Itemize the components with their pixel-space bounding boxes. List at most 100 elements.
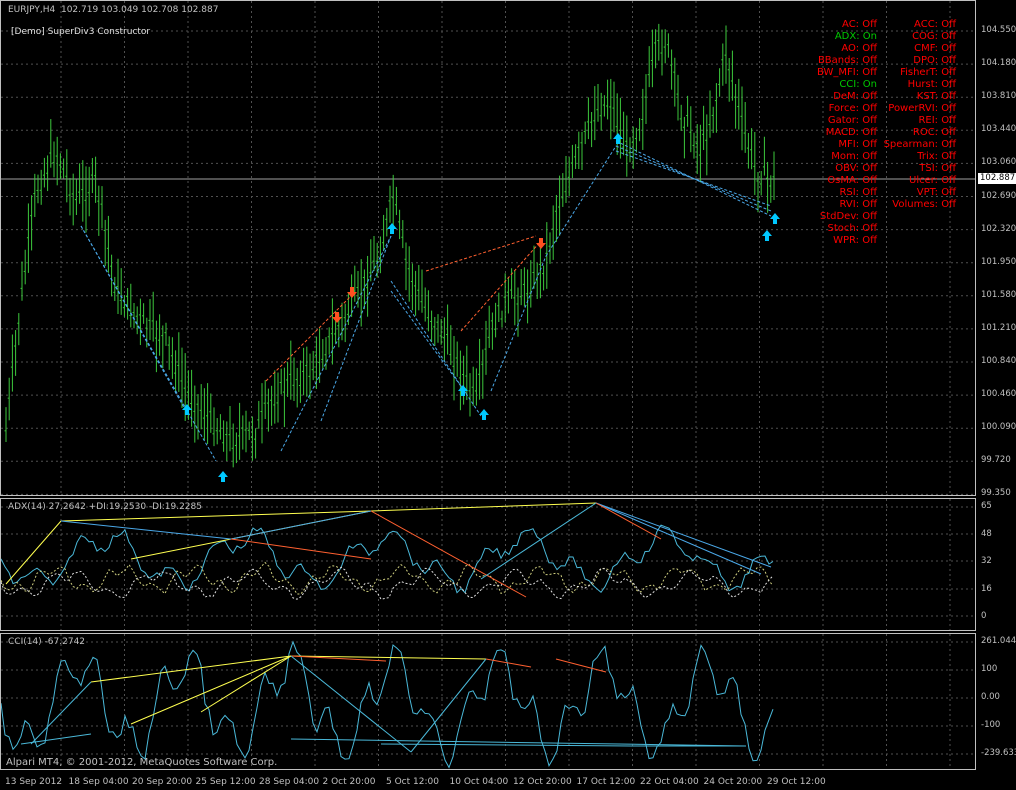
axis-label: 103.810 (981, 91, 1016, 102)
adx-axis: 65 48 32 16 0 (978, 498, 1016, 631)
axis-label: 16 (981, 583, 992, 594)
indicator-toggle[interactable]: ROC: Off (884, 127, 956, 139)
buy-arrow-icon (479, 409, 489, 420)
indicator-toggle[interactable]: WPR: Off (817, 235, 877, 247)
indicator-toggle[interactable]: CCI: On (817, 79, 877, 91)
time-label: 13 Sep 2012 (5, 777, 63, 787)
indicator-toggle[interactable]: DeM: Off (817, 91, 877, 103)
axis-label: 48 (981, 528, 992, 539)
axis-label: 0.00 (981, 692, 1000, 702)
minus-di-line (1, 566, 774, 600)
time-label: 10 Oct 04:00 (449, 777, 509, 787)
price-chart-pane[interactable]: EURJPY,H4 102.719 103.049 102.708 102.88… (0, 0, 976, 496)
adx-divergence-line (595, 502, 662, 540)
axis-label: -239.633 (981, 748, 1016, 758)
cci-title: CCI(14) -67.2742 (8, 637, 86, 647)
time-label: 17 Oct 12:00 (576, 777, 636, 787)
indicator-toggle[interactable]: Spearman: Off (884, 139, 956, 151)
time-label: 29 Oct 12:00 (767, 777, 826, 787)
indicator-toggle[interactable]: Ulcer: Off (884, 175, 956, 187)
axis-label: 103.440 (981, 124, 1016, 135)
axis-label: 100.460 (981, 389, 1016, 400)
divergence-line-bear (460, 240, 542, 332)
indicator-toggle[interactable]: Volumes: Off (884, 199, 956, 211)
indicator-toggle[interactable]: COG: Off (884, 31, 956, 43)
indicator-list-right: ACC: Off COG: Off CMF: Off DPO: Off FisherT:… (884, 19, 956, 211)
time-label: 20 Sep 20:00 (132, 777, 193, 787)
axis-label: 100.840 (981, 356, 1016, 366)
cci-divergence-line (200, 655, 292, 713)
indicator-toggle[interactable]: MACD: Off (817, 127, 877, 139)
indicator-toggle[interactable]: RSI: Off (817, 187, 877, 199)
indicator-toggle[interactable]: KST: Off (884, 91, 956, 103)
axis-label: 100 (981, 664, 998, 674)
axis-label: 99.350 (981, 488, 1011, 499)
indicator-toggle[interactable]: BBands: Off (817, 55, 877, 67)
divergence-line-bull (490, 255, 547, 392)
axis-label: 104.180 (981, 58, 1016, 69)
axis-label: 99.720 (981, 455, 1011, 466)
axis-label: 32 (981, 556, 992, 566)
time-label: 12 Oct 20:00 (513, 777, 572, 787)
indicator-toggle[interactable]: TSI: Off (884, 163, 956, 175)
indicator-toggle[interactable]: OsMA: Off (817, 175, 877, 187)
adx-line (1, 524, 774, 594)
time-label: 25 Sep 12:00 (195, 777, 256, 787)
indicator-toggle[interactable]: Hurst: Off (884, 79, 956, 91)
indicator-toggle[interactable]: PowerRVI: Off (884, 103, 956, 115)
indicator-toggle[interactable]: Force: Off (817, 103, 877, 115)
buy-arrow-icon (613, 133, 623, 144)
axis-label: 101.580 (981, 289, 1016, 300)
indicator-toggle[interactable]: REI: Off (884, 115, 956, 127)
cci-axis: 261.044 100 0.00 -100 -239.633 (978, 633, 1016, 770)
indicator-toggle[interactable]: MFI: Off (817, 139, 877, 151)
indicator-toggle[interactable]: OBV: Off (817, 163, 877, 175)
cci-canvas (1, 634, 975, 769)
cci-pane[interactable]: CCI(14) -67.2742 (0, 633, 976, 770)
indicator-label: [Demo] SuperDiv3 Constructor (11, 27, 151, 37)
indicator-list-left: AC: Off ADX: On AO: Off BBands: Off BW_MFI: … (817, 19, 877, 247)
indicator-toggle[interactable]: RVI: Off (817, 199, 878, 211)
divergence-line-bull (80, 225, 217, 462)
time-label: 2 Oct 20:00 (322, 777, 376, 787)
indicator-toggle[interactable]: StdDev: Off (817, 211, 877, 223)
axis-label: -100 (981, 720, 1001, 730)
current-price-label: 102.887 (978, 173, 1016, 184)
indicator-toggle[interactable]: Stoch: Off (817, 223, 877, 235)
copyright-text: Alpari MT4, © 2001-2012, MetaQuotes Soft… (6, 757, 278, 768)
symbol-title: EURJPY,H4 102.719 103.049 102.708 102.88… (8, 5, 219, 15)
indicator-toggle[interactable]: DPO: Off (884, 55, 956, 67)
indicator-toggle[interactable]: AC: Off (817, 19, 877, 31)
sell-arrow-icon (536, 238, 546, 249)
buy-arrow-icon (387, 223, 397, 234)
axis-label: 0 (981, 611, 987, 621)
indicator-toggle[interactable]: CMF: Off (884, 43, 956, 55)
adx-divergence-line (60, 520, 232, 540)
cci-line (1, 640, 774, 769)
adx-divergence-line (595, 502, 772, 568)
time-label: 28 Sep 04:00 (259, 777, 320, 787)
buy-arrow-icon (762, 230, 772, 241)
adx-divergence-line (595, 502, 762, 575)
indicator-toggle[interactable]: ACC: Off (884, 19, 956, 31)
adx-divergence-line (5, 520, 62, 585)
adx-pane[interactable]: ADX(14) 27.2642 +DI:19.2530 -DI:19.2285 (0, 498, 976, 631)
axis-label: 102.320 (981, 223, 1016, 234)
axis-label: 101.210 (981, 322, 1016, 333)
indicator-toggle[interactable]: BW_MFI: Off (817, 67, 877, 79)
indicator-toggle[interactable]: FisherT: Off (884, 67, 956, 79)
price-axis: 104.550 104.180 103.810 103.440 103.060 102.6… (978, 0, 1016, 499)
time-label: 18 Sep 04:00 (68, 777, 129, 787)
axis-label: 102.690 (981, 190, 1016, 201)
indicator-toggle[interactable]: Trix: Off (884, 151, 956, 163)
adx-divergence-line (370, 510, 527, 598)
indicator-toggle[interactable]: ADX: On (817, 31, 877, 43)
indicator-toggle[interactable]: Mom: Off (817, 151, 877, 163)
indicator-toggle[interactable]: VPT: Off (884, 187, 956, 199)
indicator-toggle[interactable]: AO: Off (817, 43, 877, 55)
indicator-toggle[interactable]: Gator: Off (817, 115, 877, 127)
cci-divergence-line (410, 658, 487, 753)
divergence-line-bull (390, 280, 482, 417)
adx-title: ADX(14) 27.2642 +DI:19.2530 -DI:19.2285 (8, 502, 202, 512)
divergence-line-bull (280, 235, 392, 452)
